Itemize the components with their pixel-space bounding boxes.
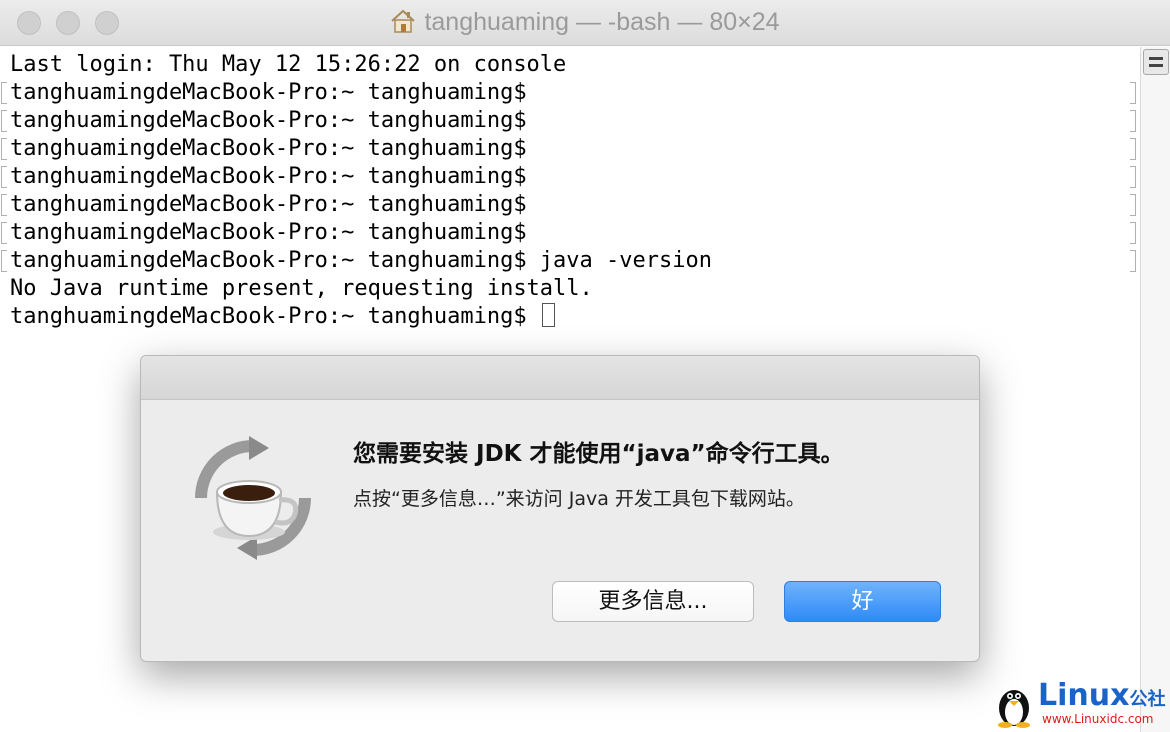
line-mark-right: [1130, 138, 1136, 160]
line-mark-left: [1, 194, 7, 216]
terminal-line: tanghuamingdeMacBook-Pro:~ tanghuaming$ …: [10, 248, 712, 273]
terminal-line: tanghuamingdeMacBook-Pro:~ tanghuaming$: [10, 136, 527, 161]
terminal-line: tanghuamingdeMacBook-Pro:~ tanghuaming$: [10, 80, 527, 105]
watermark-logo: Linux公社: [1038, 678, 1165, 713]
terminal-prompt: tanghuamingdeMacBook-Pro:~ tanghuaming$: [10, 304, 540, 329]
tux-penguin-icon: [998, 690, 1030, 728]
line-mark-right: [1130, 250, 1136, 272]
terminal-cursor: [541, 303, 555, 327]
line-mark-left: [1, 82, 7, 104]
line-mark-left: [1, 110, 7, 132]
split-line-icon: [1149, 57, 1163, 60]
watermark-logo-text: Linux: [1038, 678, 1130, 713]
terminal-line: tanghuamingdeMacBook-Pro:~ tanghuaming$: [10, 164, 527, 189]
terminal-line: tanghuamingdeMacBook-Pro:~ tanghuaming$: [10, 108, 527, 133]
line-mark-left: [1, 166, 7, 188]
more-info-button[interactable]: 更多信息...: [552, 581, 754, 622]
terminal-line: tanghuamingdeMacBook-Pro:~ tanghuaming$: [10, 192, 527, 217]
window-title-container: tanghuaming — -bash — 80×24: [0, 8, 1170, 37]
terminal-prompt-line: tanghuamingdeMacBook-Pro:~ tanghuaming$: [10, 303, 555, 331]
vertical-scrollbar[interactable]: [1140, 47, 1170, 732]
line-mark-right: [1130, 82, 1136, 104]
line-mark-right: [1130, 110, 1136, 132]
dialog-title: 您需要安装 JDK 才能使用“java”命令行工具。: [353, 441, 844, 467]
watermark-logo-cn: 公社: [1129, 689, 1166, 710]
line-mark-left: [1, 138, 7, 160]
terminal-line: tanghuamingdeMacBook-Pro:~ tanghuaming$: [10, 220, 527, 245]
terminal-line: No Java runtime present, requesting inst…: [10, 276, 593, 301]
line-mark-right: [1130, 194, 1136, 216]
home-icon: [391, 9, 416, 33]
java-coffee-cup-icon: [195, 436, 311, 560]
window-title: tanghuaming — -bash — 80×24: [424, 8, 780, 36]
line-mark-right: [1130, 222, 1136, 244]
watermark: Linux公社 www.Linuxidc.com: [990, 678, 1168, 730]
dialog-header: [141, 356, 979, 400]
line-mark-left: [1, 222, 7, 244]
line-mark-left: [1, 250, 7, 272]
split-line-icon: [1149, 64, 1163, 67]
watermark-url: www.Linuxidc.com: [1042, 712, 1154, 726]
ok-button[interactable]: 好: [784, 581, 941, 622]
terminal-line: Last login: Thu May 12 15:26:22 on conso…: [10, 52, 567, 77]
terminal-window: tanghuaming — -bash — 80×24 Last login: …: [0, 0, 1170, 732]
split-pane-button[interactable]: [1143, 49, 1169, 75]
line-mark-right: [1130, 166, 1136, 188]
dialog-message: 点按“更多信息…”来访问 Java 开发工具包下载网站。: [353, 488, 805, 510]
title-bar[interactable]: tanghuaming — -bash — 80×24: [0, 0, 1170, 46]
install-jdk-dialog: 您需要安装 JDK 才能使用“java”命令行工具。 点按“更多信息…”来访问 …: [140, 355, 980, 662]
